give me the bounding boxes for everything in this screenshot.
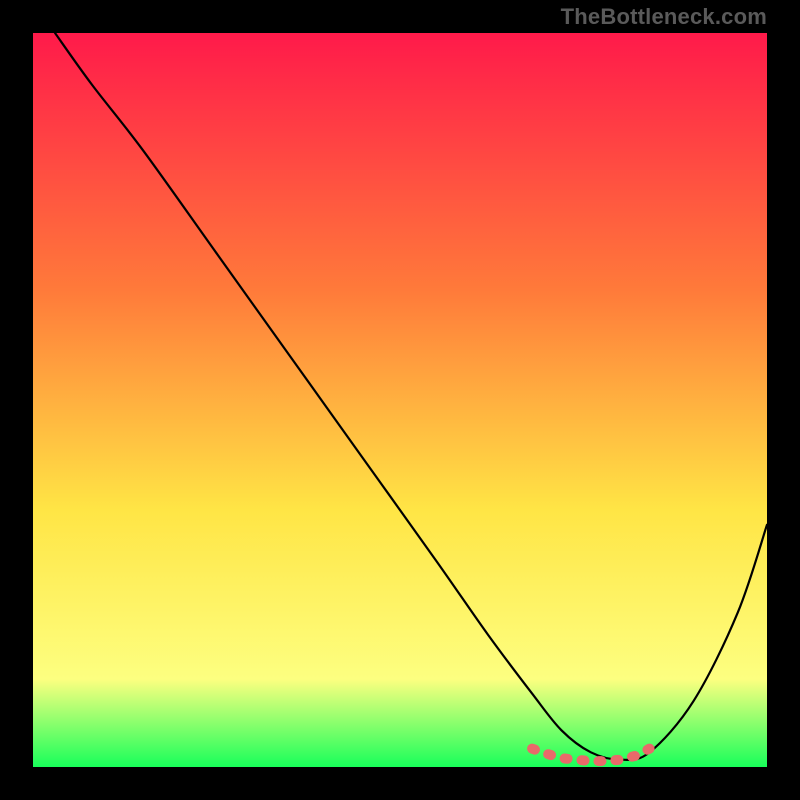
gradient-background (33, 33, 767, 767)
chart-container: TheBottleneck.com (0, 0, 800, 800)
plot-area (33, 33, 767, 767)
chart-svg (33, 33, 767, 767)
watermark-text: TheBottleneck.com (561, 4, 767, 30)
